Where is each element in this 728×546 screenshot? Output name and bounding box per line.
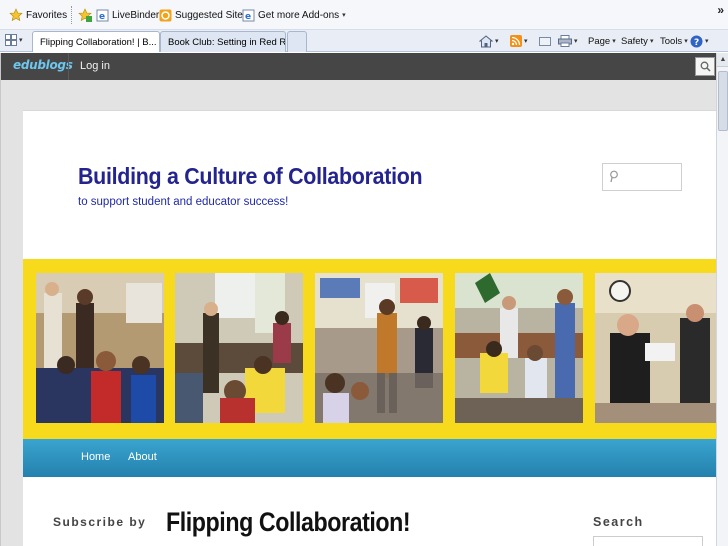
site-title[interactable]: Building a Culture of Collaboration: [78, 163, 423, 190]
help-button[interactable]: ? ▾: [690, 34, 709, 48]
suggested-sites-icon: [159, 9, 172, 21]
ie-page-icon: e: [242, 9, 255, 22]
suggested-sites-label: Suggested Sites: [175, 9, 248, 21]
home-button[interactable]: ▾: [479, 34, 499, 48]
main-navigation: Home About: [23, 439, 717, 477]
new-tab-button[interactable]: [287, 31, 307, 52]
chevron-down-icon: ▾: [649, 38, 654, 45]
classroom-photo: [595, 273, 717, 423]
svg-text:e: e: [99, 12, 105, 22]
tools-menu-label: Tools: [660, 35, 683, 47]
help-icon: ?: [690, 35, 703, 48]
chevron-down-icon: ▾: [19, 37, 23, 44]
rss-icon: [510, 35, 522, 47]
header-banner: [23, 259, 717, 439]
scrollbar-thumb[interactable]: [718, 71, 728, 131]
home-icon: [479, 34, 493, 47]
nav-home-link[interactable]: Home: [81, 451, 110, 463]
chevron-down-icon: ▾: [524, 38, 528, 45]
quick-tabs-button[interactable]: ▾: [5, 34, 23, 46]
print-button[interactable]: ▾: [558, 34, 578, 48]
classroom-photo: [315, 273, 443, 423]
tab-book-club[interactable]: Book Club: Setting in Red Ro...: [160, 31, 286, 52]
chevron-down-icon: ▾: [574, 38, 578, 45]
mail-icon: [539, 36, 551, 46]
feeds-button[interactable]: ▾: [510, 34, 528, 48]
suggested-sites-link[interactable]: Suggested Sites ▾: [159, 7, 254, 23]
safety-menu[interactable]: Safety ▾: [621, 34, 653, 48]
sidebar-search-heading: Search: [593, 515, 644, 529]
star-icon: [9, 8, 23, 22]
edublogs-logo[interactable]: edublogs: [13, 58, 73, 72]
chevron-down-icon: ▾: [342, 12, 346, 19]
admin-bar-divider: [68, 53, 69, 80]
svg-text:?: ?: [694, 38, 699, 48]
tools-menu[interactable]: Tools ▾: [660, 34, 688, 48]
chevron-down-icon: ▾: [705, 38, 709, 45]
safety-menu-label: Safety: [621, 35, 648, 47]
admin-bar: edublogs Log in: [1, 53, 717, 80]
chevron-down-icon: ▾: [612, 38, 616, 45]
site-search-input[interactable]: [602, 163, 682, 191]
search-icon: [700, 61, 711, 72]
add-favorite-star-icon: [78, 8, 92, 22]
search-icon: [610, 170, 618, 183]
tab-bar: ▾ e Flipping Collaboration! | B... ✕ Boo…: [0, 30, 728, 52]
sidebar-search-input[interactable]: [593, 536, 703, 546]
get-addons-label: Get more Add-ons: [258, 9, 340, 21]
browser-viewport: edublogs Log in Building a Culture of Co…: [0, 53, 717, 546]
login-link[interactable]: Log in: [80, 60, 110, 72]
read-mail-button[interactable]: [539, 34, 551, 48]
scroll-up-arrow-icon[interactable]: ▲: [717, 53, 728, 67]
favorites-bar: Favorites e LiveBinder It Suggested Site…: [0, 0, 728, 30]
page-menu-label: Page: [588, 35, 611, 47]
toolbar-separator: [71, 6, 72, 24]
classroom-photo: [175, 273, 303, 423]
tab-label: Flipping Collaboration! | B...: [40, 36, 157, 48]
livebinder-link[interactable]: e LiveBinder It: [96, 7, 168, 23]
tab-flipping-collaboration[interactable]: e Flipping Collaboration! | B... ✕: [32, 31, 160, 52]
classroom-photo: [455, 273, 583, 423]
post-title[interactable]: Flipping Collaboration!: [166, 507, 411, 538]
vertical-scrollbar[interactable]: ▲: [716, 53, 728, 546]
add-to-favorites-button[interactable]: [78, 7, 92, 23]
printer-icon: [558, 35, 572, 47]
classroom-photo: [36, 273, 164, 423]
nav-about-link[interactable]: About: [128, 451, 157, 463]
svg-text:e: e: [245, 12, 251, 22]
more-chevron-icon[interactable]: »: [717, 3, 724, 17]
favorites-label: Favorites: [26, 9, 68, 21]
subscribe-heading: Subscribe by: [53, 515, 147, 529]
site-tagline: to support student and educator success!: [78, 196, 289, 208]
chevron-down-icon: ▾: [684, 38, 688, 45]
admin-search-button[interactable]: [695, 57, 715, 76]
chevron-down-icon: ▾: [495, 38, 499, 45]
tab-label: Book Club: Setting in Red Ro...: [168, 36, 286, 48]
get-addons-link[interactable]: e Get more Add-ons ▾: [242, 7, 346, 23]
favorites-button[interactable]: Favorites: [9, 7, 67, 23]
site-content: Building a Culture of Collaboration to s…: [23, 110, 717, 546]
page-menu[interactable]: Page ▾: [588, 34, 616, 48]
quick-tabs-icon: [5, 34, 17, 46]
ie-page-icon: e: [96, 9, 109, 22]
